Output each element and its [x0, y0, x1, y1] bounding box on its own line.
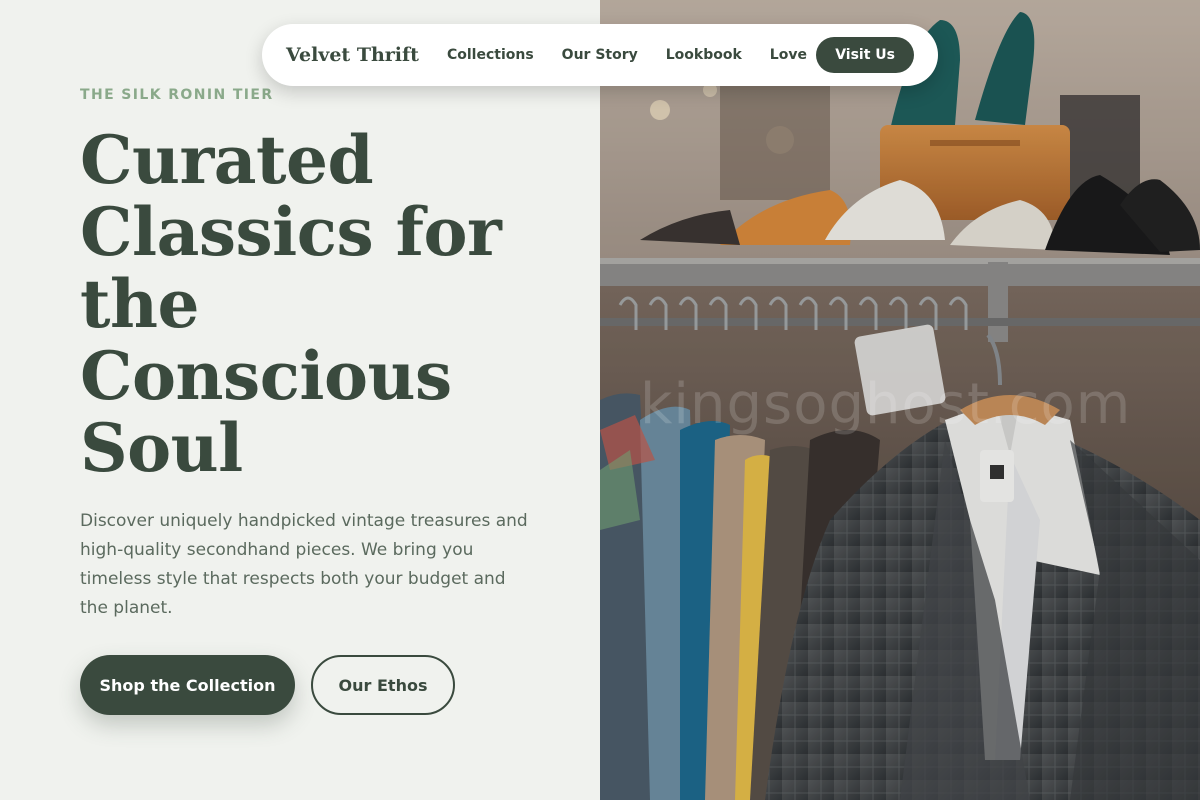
hero-image — [600, 0, 1200, 800]
nav-link-collections[interactable]: Collections — [447, 47, 534, 63]
hero-headline: Curated Classics for the Conscious Soul — [80, 121, 502, 487]
nav-link-love[interactable]: Love — [770, 47, 807, 63]
thrift-store-photo — [600, 0, 1200, 800]
our-ethos-button[interactable]: Our Ethos — [311, 655, 455, 715]
shop-collection-button[interactable]: Shop the Collection — [80, 655, 295, 715]
top-navbar: Velvet Thrift Collections Our Story Look… — [262, 24, 938, 86]
hero-eyebrow: THE SILK RONIN TIER — [80, 87, 274, 103]
nav-link-our-story[interactable]: Our Story — [562, 47, 638, 63]
visit-us-button[interactable]: Visit Us — [816, 37, 914, 73]
hero-left-panel: THE SILK RONIN TIER Curated Classics for… — [0, 0, 600, 800]
nav-links: Collections Our Story Lookbook Love — [447, 47, 807, 63]
hero-description: Discover uniquely handpicked vintage tre… — [80, 511, 528, 618]
nav-link-lookbook[interactable]: Lookbook — [666, 47, 742, 63]
brand-logo[interactable]: Velvet Thrift — [286, 44, 419, 66]
